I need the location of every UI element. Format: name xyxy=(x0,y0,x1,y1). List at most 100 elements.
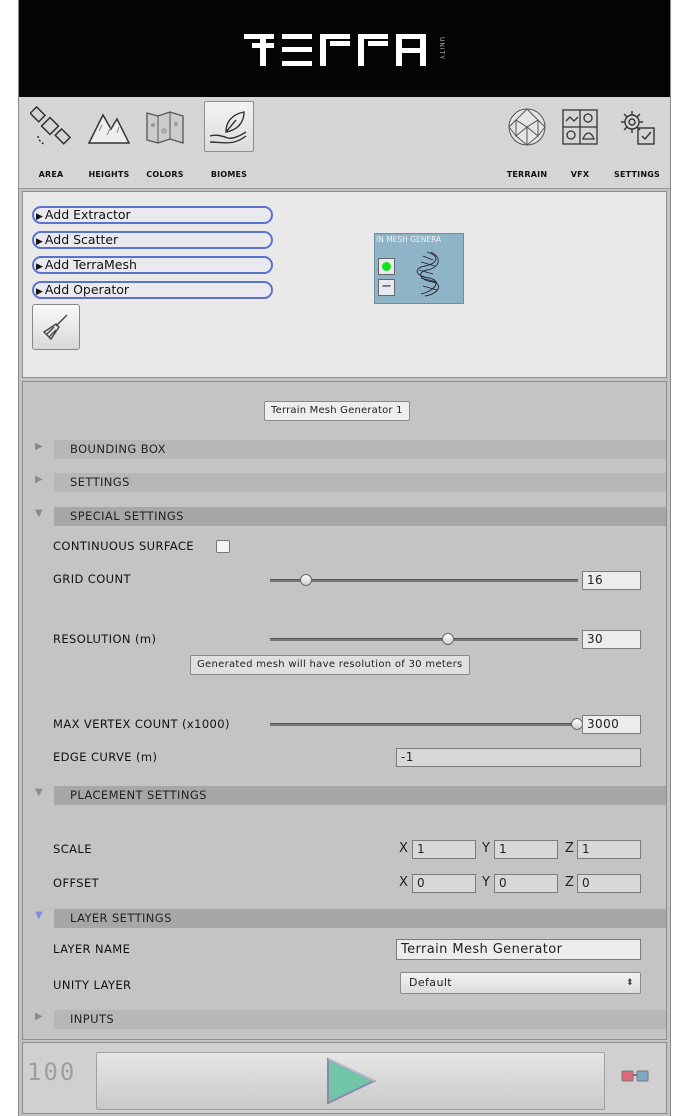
tab-heights-label: HEIGHTS xyxy=(88,170,130,179)
tab-terrain[interactable]: TERRAIN xyxy=(499,101,555,179)
section-bounding-box[interactable]: ▶ BOUNDING BOX xyxy=(35,439,666,459)
section-settings-title: SETTINGS xyxy=(54,473,666,492)
scale-x-axis-label: X xyxy=(399,841,409,856)
node-title: IN MESH GENERA xyxy=(376,235,442,244)
add-operator-button[interactable]: ▶ Add Operator xyxy=(32,281,273,299)
mesh-spiral-icon xyxy=(416,251,439,297)
offset-y-field[interactable]: 0 xyxy=(494,874,558,893)
collapsed-arrow-icon: ▶ xyxy=(35,474,44,485)
unity-layer-value: Default xyxy=(409,976,452,989)
tab-colors-label: COLORS xyxy=(146,170,184,179)
tab-vfx[interactable]: VFX xyxy=(552,101,608,179)
tab-area[interactable]: AREA xyxy=(23,101,79,179)
grid-count-slider-thumb[interactable] xyxy=(299,574,312,586)
section-placement-settings[interactable]: ▼ PLACEMENT SETTINGS xyxy=(35,785,666,805)
logo-mark xyxy=(244,33,426,66)
tab-biomes-label: BIOMES xyxy=(210,170,248,179)
gears-icon xyxy=(612,101,662,152)
section-inputs[interactable]: ▶ INPUTS xyxy=(35,1009,666,1029)
arrow-right-icon: ▶ xyxy=(36,212,43,222)
expanded-arrow-icon: ▼ xyxy=(35,508,44,519)
tab-biomes[interactable]: BIOMES xyxy=(201,101,257,179)
node-remove-button[interactable]: − xyxy=(378,279,395,296)
scale-z-field[interactable]: 1 xyxy=(577,840,641,859)
offset-z-axis-label: Z xyxy=(565,875,575,890)
add-scatter-button[interactable]: ▶ Add Scatter xyxy=(32,231,273,249)
edge-curve-field[interactable]: -1 xyxy=(396,748,641,767)
resolution-label: RESOLUTION (m) xyxy=(53,632,157,646)
grid-count-slider[interactable] xyxy=(270,579,578,582)
dropdown-caret-icon: ⬍ xyxy=(626,978,634,988)
add-scatter-label: Add Scatter xyxy=(44,232,119,247)
globe-mesh-icon xyxy=(502,101,552,152)
section-layer-settings-title: LAYER SETTINGS xyxy=(54,909,666,928)
tab-area-label: AREA xyxy=(38,170,64,179)
section-inputs-title: INPUTS xyxy=(54,1010,666,1029)
add-operator-label: Add Operator xyxy=(44,282,130,297)
section-special-settings[interactable]: ▼ SPECIAL SETTINGS xyxy=(35,506,666,526)
node-graph-panel[interactable]: ▶ Add Extractor ▶ Add Scatter ▶ Add TerraMe… xyxy=(22,191,667,378)
offset-x-axis-label: X xyxy=(399,875,409,890)
node-toggle-button[interactable] xyxy=(378,258,395,275)
generator-name-label: Terrain Mesh Generator 1 xyxy=(264,401,410,421)
clear-graph-button[interactable] xyxy=(32,304,80,350)
resolution-slider[interactable] xyxy=(270,638,578,641)
logo-subtitle: UNITY xyxy=(438,37,445,60)
tab-vfx-label: VFX xyxy=(570,170,590,179)
tab-heights[interactable]: HEIGHTS xyxy=(81,101,137,179)
expanded-arrow-icon: ▼ xyxy=(35,787,44,798)
unity-layer-dropdown[interactable]: Default ⬍ xyxy=(400,972,641,994)
edge-curve-label: EDGE CURVE (m) xyxy=(53,750,158,764)
add-extractor-label: Add Extractor xyxy=(44,207,131,222)
section-placement-settings-title: PLACEMENT SETTINGS xyxy=(54,786,666,805)
arrow-right-icon: ▶ xyxy=(36,262,43,272)
mountains-icon xyxy=(84,101,134,152)
module-toolbar: AREA HEIGHTS COLORS BIOMES TERRAIN VFX S… xyxy=(19,97,670,189)
section-layer-settings[interactable]: ▼ LAYER SETTINGS xyxy=(35,908,666,928)
continuous-surface-label: CONTINUOUS SURFACE xyxy=(53,539,194,553)
collapsed-arrow-icon: ▶ xyxy=(35,441,44,452)
scale-z-axis-label: Z xyxy=(565,841,575,856)
max-vertex-count-field[interactable]: 3000 xyxy=(582,715,641,734)
arrow-right-icon: ▶ xyxy=(36,237,43,247)
tab-terrain-label: TERRAIN xyxy=(506,170,548,179)
tab-settings-label: SETTINGS xyxy=(614,170,660,179)
resolution-field[interactable]: 30 xyxy=(582,630,641,649)
grid-count-field[interactable]: 16 xyxy=(582,571,641,590)
offset-z-field[interactable]: 0 xyxy=(577,874,641,893)
scale-x-field[interactable]: 1 xyxy=(412,840,476,859)
broom-icon xyxy=(42,314,68,341)
max-vertex-count-slider[interactable] xyxy=(270,723,578,726)
offset-label: OFFSET xyxy=(53,876,100,890)
add-extractor-button[interactable]: ▶ Add Extractor xyxy=(32,206,273,224)
continuous-surface-checkbox[interactable] xyxy=(216,540,230,553)
layer-name-label: LAYER NAME xyxy=(53,942,131,956)
status-dot-icon xyxy=(382,262,391,271)
satellite-icon xyxy=(26,101,76,152)
max-vertex-count-label: MAX VERTEX COUNT (x1000) xyxy=(53,717,230,731)
resolution-slider-thumb[interactable] xyxy=(441,633,454,645)
section-settings[interactable]: ▶ SETTINGS xyxy=(35,472,666,492)
vfx-grid-icon xyxy=(555,101,605,152)
inspector-panel: Terrain Mesh Generator 1 ▶ BOUNDING BOX ▶… xyxy=(22,381,667,1040)
colormap-icon xyxy=(140,101,190,152)
play-button[interactable] xyxy=(96,1052,605,1110)
add-terramesh-button[interactable]: ▶ Add TerraMesh xyxy=(32,256,273,274)
tab-settings[interactable]: SETTINGS xyxy=(609,101,665,179)
scale-y-axis-label: Y xyxy=(482,841,491,856)
offset-x-field[interactable]: 0 xyxy=(412,874,476,893)
unity-layer-label: UNITY LAYER xyxy=(53,978,132,992)
app-header: UNITY xyxy=(19,0,670,97)
add-terramesh-label: Add TerraMesh xyxy=(44,257,137,272)
3d-glasses-icon[interactable] xyxy=(620,1067,650,1089)
scale-y-field[interactable]: 1 xyxy=(494,840,558,859)
layer-name-field[interactable]: Terrain Mesh Generator xyxy=(396,939,641,960)
counter-display: 100 xyxy=(27,1058,77,1086)
collapsed-arrow-icon: ▶ xyxy=(35,1011,44,1022)
grid-count-label: GRID COUNT xyxy=(53,572,131,586)
expanded-arrow-icon: ▼ xyxy=(35,910,44,921)
tab-colors[interactable]: COLORS xyxy=(137,101,193,179)
terra-logo: UNITY xyxy=(244,32,445,66)
leaf-hand-icon xyxy=(204,101,254,152)
terrain-mesh-node[interactable]: IN MESH GENERA − xyxy=(374,233,464,304)
